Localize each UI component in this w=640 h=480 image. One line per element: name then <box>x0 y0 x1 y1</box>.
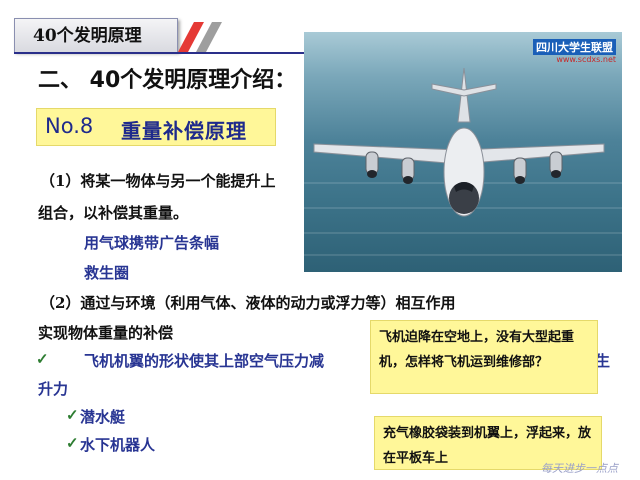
example-submarine: 潜水艇 <box>80 408 126 426</box>
header-tab: 40个发明原理 <box>14 18 178 52</box>
footer-watermark: 每天进步一点点 <box>541 462 618 475</box>
airplane-photo: 四川大学生联盟 www.scdxs.net <box>304 32 622 272</box>
body-line-1b: 组合，以补偿其重量。 <box>38 204 189 222</box>
example-underwater-robot: 水下机器人 <box>80 436 156 454</box>
section-title: 二、 40个发明原理介绍： <box>38 68 297 93</box>
header-rule <box>14 52 304 54</box>
header-tab-label: 40个发明原理 <box>33 26 142 46</box>
example-wing-shape: 飞机机翼的形状使其上部空气压力减 <box>84 352 325 370</box>
check-icon: ✓ <box>36 350 49 368</box>
principle-box: No.8 重量补偿原理 <box>36 108 276 146</box>
logo-text: 四川大学生联盟 <box>533 39 616 55</box>
body-line-1a: （1）将某一物体与另一个能提升上 <box>40 172 276 190</box>
watermark-logo: 四川大学生联盟 www.scdxs.net <box>533 36 616 64</box>
example-balloon-banner: 用气球携带广告条幅 <box>84 234 220 252</box>
check-icon: ✓ <box>66 434 79 452</box>
body-line-2a: （2）通过与环境（利用气体、液体的动力或浮力等）相互作用 <box>40 294 456 312</box>
example-wing-lift: 升力 <box>38 380 69 398</box>
principle-name: 重量补偿原理 <box>121 119 247 143</box>
question-callout: 飞机迫降在空地上，没有大型起重机，怎样将飞机运到维修部？ <box>370 320 598 394</box>
check-icon: ✓ <box>66 406 79 424</box>
principle-number: No.8 <box>45 114 94 138</box>
body-line-2b: 实现物体重量的补偿 <box>38 324 174 342</box>
airplane-icon <box>304 67 622 256</box>
example-life-buoy: 救生圈 <box>84 264 130 282</box>
logo-url: www.scdxs.net <box>556 55 616 64</box>
